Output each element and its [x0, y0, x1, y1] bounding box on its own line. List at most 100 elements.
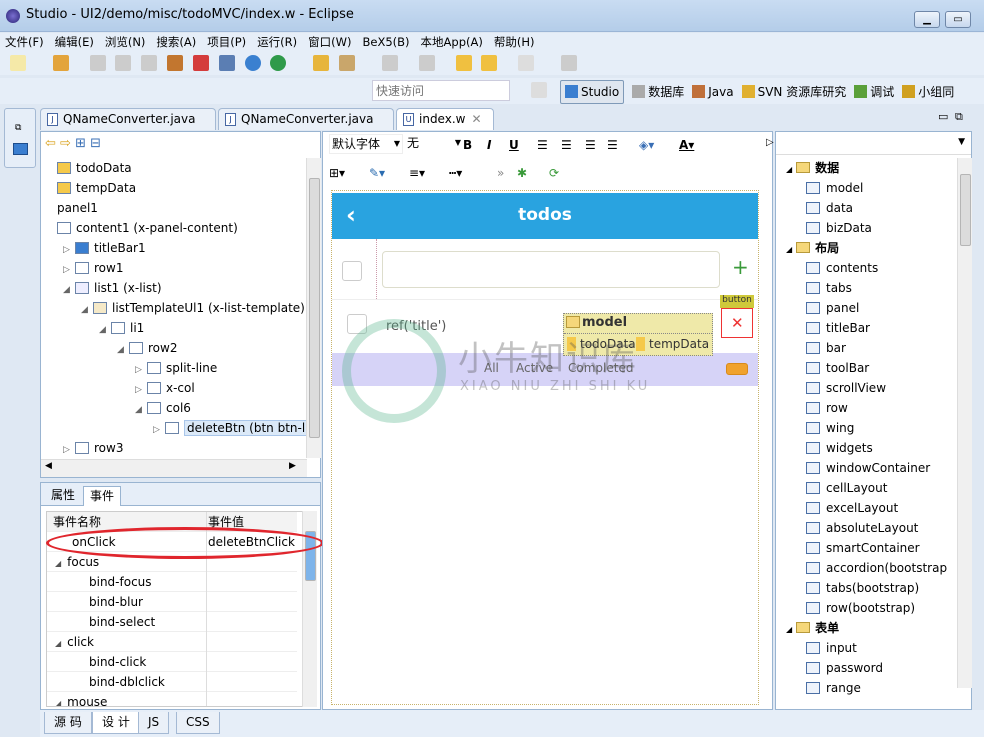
palette-item[interactable]: windowContainer [806, 458, 930, 478]
bold-icon[interactable]: B [463, 134, 472, 156]
outline-hscroll[interactable]: ◀ ▶ [41, 459, 307, 477]
palette-item[interactable]: bizData [806, 218, 872, 238]
props-tab-0[interactable]: 属性 [45, 486, 81, 506]
toggle-icon[interactable]: ◢ [55, 639, 61, 648]
palette-item[interactable]: wing [806, 418, 854, 438]
outline-vscroll[interactable] [306, 158, 321, 458]
toggle-all-checkbox[interactable] [342, 261, 362, 281]
bottom-tab[interactable]: CSS [176, 712, 220, 734]
run-icon[interactable] [270, 55, 287, 71]
palette-group[interactable]: ◢ 布局 [786, 238, 839, 258]
back-arrow-icon[interactable]: ⇦ [45, 136, 56, 151]
menu-item[interactable]: 帮助(H) [489, 33, 541, 51]
tree-item[interactable]: ▷ row1 [63, 258, 123, 278]
expand-all-icon[interactable]: ⊞ [75, 136, 86, 151]
toggle-icon[interactable]: ◢ [63, 280, 75, 300]
clear-completed-button[interactable] [726, 363, 748, 375]
sync-icon[interactable]: ⟳ [549, 162, 559, 184]
tree-item[interactable]: ◢ col6 [135, 398, 191, 418]
last-edit-icon[interactable] [455, 55, 472, 71]
toggle-icon[interactable]: ▷ [63, 440, 75, 458]
palette-item[interactable]: tabs(bootstrap) [806, 578, 919, 598]
bottom-tab[interactable]: 设 计 [92, 712, 140, 734]
toggle-icon[interactable]: ◢ [786, 165, 792, 174]
toggle-icon[interactable]: ◢ [117, 340, 129, 360]
align-center-icon[interactable]: ☰ [561, 134, 572, 156]
delete-button-selected[interactable]: ✕ [721, 308, 753, 338]
palette-item[interactable]: absoluteLayout [806, 518, 918, 538]
editor-tab[interactable]: J QNameConverter.java [40, 108, 216, 130]
new-icon[interactable] [10, 55, 26, 71]
titlebar-component[interactable]: ‹ todos [332, 193, 758, 239]
bottom-tab[interactable]: 源 码 [44, 712, 92, 734]
perspective-3[interactable]: SVN 资源库研究 [741, 81, 846, 103]
table-row[interactable]: bind-select [47, 612, 297, 632]
table-icon[interactable]: ⊞▾ [329, 162, 345, 184]
add-icon[interactable]: + [732, 255, 749, 279]
palette-item[interactable]: data [806, 198, 853, 218]
palette-item[interactable]: cellLayout [806, 478, 887, 498]
tree-item[interactable]: panel1 [45, 198, 98, 218]
palette-item[interactable]: bar [806, 338, 846, 358]
align-right-icon[interactable]: ☰ [585, 134, 596, 156]
tree-item[interactable]: todoData [45, 158, 132, 178]
perspective-5[interactable]: 小组同 [902, 81, 954, 103]
table-row[interactable]: bind-focus [47, 572, 297, 592]
size-select[interactable]: 无 ▼ [407, 134, 463, 154]
menu-item[interactable]: 浏览(N) [100, 33, 152, 51]
palette-item[interactable]: range [806, 678, 861, 698]
toggle-icon[interactable]: ▷ [63, 260, 75, 280]
restore-icon[interactable]: ⧉ [15, 123, 21, 133]
font-select[interactable]: 默认字体 ▼ [329, 134, 403, 154]
palette-group[interactable]: ◢ 表单 [786, 618, 839, 638]
palette-item[interactable]: model [806, 178, 863, 198]
table-row[interactable]: bind-blur [47, 592, 297, 612]
align-left-icon[interactable]: ☰ [537, 134, 548, 156]
fill-color-icon[interactable]: ◈▾ [639, 134, 654, 156]
line-style-icon[interactable]: ┅▾ [449, 162, 462, 184]
tree-item[interactable]: ◢ row2 [117, 338, 177, 358]
toggle-icon[interactable]: ◢ [786, 245, 792, 254]
palette-item[interactable]: tabs [806, 278, 852, 298]
tree-item[interactable]: ▷ split-line [135, 358, 217, 378]
menu-item[interactable]: 本地App(A) [416, 33, 489, 51]
delete-x-icon[interactable]: ✕ [731, 314, 744, 332]
palette-item[interactable]: titleBar [806, 318, 870, 338]
maximize-button[interactable]: ▭ [945, 11, 971, 28]
minimize-button[interactable]: ▁ [914, 11, 940, 28]
quick-access-input[interactable] [372, 80, 510, 101]
line-weight-icon[interactable]: ≡▾ [409, 162, 425, 184]
tree-item[interactable]: ◢ list1 (x-list) [63, 278, 162, 298]
menu-item[interactable]: 窗口(W) [303, 33, 357, 51]
palette-group[interactable]: ◢ 数据 [786, 158, 839, 178]
forward-arrow-icon[interactable]: ⇨ [60, 136, 71, 151]
pin-icon[interactable] [561, 55, 578, 71]
menu-item[interactable]: 编辑(E) [50, 33, 100, 51]
toggle-icon[interactable]: ▷ [135, 360, 147, 380]
pen-icon[interactable]: ✎▾ [369, 162, 385, 184]
forward-icon[interactable] [518, 55, 535, 71]
justify-icon[interactable]: ☰ [607, 134, 618, 156]
prev-annotation-icon[interactable] [418, 55, 435, 71]
more-icon[interactable]: » [497, 162, 504, 184]
open-folder-icon[interactable] [313, 55, 330, 71]
toggle-icon[interactable]: ▷ [135, 380, 147, 400]
tree-item[interactable]: ▷ row3 [63, 438, 123, 458]
palette-item[interactable]: toolBar [806, 358, 869, 378]
collapse-all-icon[interactable]: ⊟ [90, 136, 101, 151]
studio-view-icon[interactable] [13, 143, 28, 155]
new-project-icon[interactable] [52, 55, 69, 71]
editor-tab[interactable]: Uindex.w ✕ [396, 108, 494, 130]
bug-icon[interactable]: ✱ [517, 162, 527, 184]
palette-item[interactable]: smartContainer [806, 538, 920, 558]
palette-item[interactable]: password [806, 658, 883, 678]
menu-item[interactable]: 项目(P) [202, 33, 252, 51]
toggle-icon[interactable]: ◢ [81, 300, 93, 320]
toggle-icon[interactable]: ▷ [153, 420, 165, 440]
toggle-icon[interactable]: ▷ [63, 240, 75, 260]
table-row[interactable]: ◢ click [47, 632, 297, 652]
table-row[interactable]: bind-click [47, 652, 297, 672]
back-icon[interactable] [481, 55, 498, 71]
perspective-0[interactable]: Studio [560, 80, 625, 104]
refresh-icon[interactable] [218, 55, 235, 71]
